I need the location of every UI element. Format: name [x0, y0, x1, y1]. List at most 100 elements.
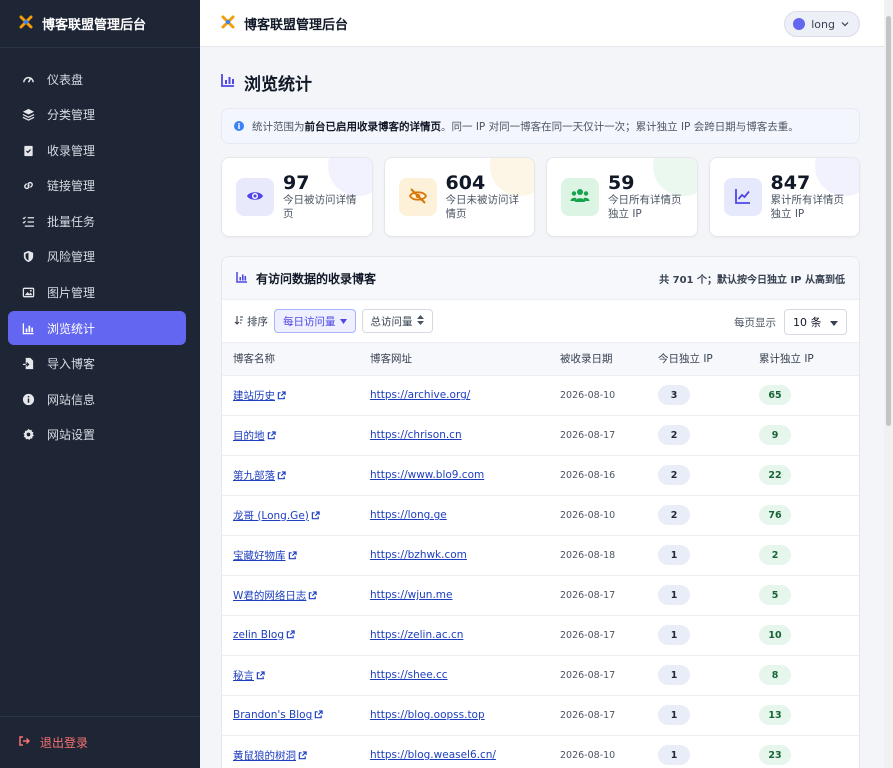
blog-name-link[interactable]: 黄鼠狼的树洞 — [233, 750, 296, 762]
blog-url-link[interactable]: https://long.ge — [370, 509, 447, 521]
blog-name-link[interactable]: 目的地 — [233, 430, 265, 442]
blog-url-link[interactable]: https://wjun.me — [370, 589, 452, 601]
sidebar-item-label: 图片管理 — [47, 286, 96, 301]
table-row: zelin Blog https://zelin.ac.cn 2026-08-1… — [222, 615, 859, 656]
included-date: 2026-08-10 — [560, 375, 658, 416]
topbar-title: 博客联盟管理后台 — [244, 17, 349, 33]
sort-daily-button[interactable]: 每日访问量 — [274, 309, 356, 333]
sidebar-item-dashboard[interactable]: 仪表盘 — [8, 62, 186, 96]
logout-icon — [18, 735, 31, 750]
external-link-icon — [311, 510, 320, 520]
total-ip-badge: 23 — [759, 745, 791, 765]
blog-name-link[interactable]: 龙哥 (Long.Ge) — [233, 510, 309, 522]
blog-url-link[interactable]: https://zelin.ac.cn — [370, 629, 463, 641]
blog-url-link[interactable]: https://www.blo9.com — [370, 469, 484, 481]
blog-name-link[interactable]: W君的网络日志 — [233, 590, 306, 602]
external-link-icon — [267, 430, 276, 440]
page-scrollbar[interactable] — [884, 0, 893, 768]
sidebar-item-clipboard-check[interactable]: 收录管理 — [8, 133, 186, 167]
users-icon — [570, 187, 590, 208]
scrollbar-thumb[interactable] — [886, 16, 891, 426]
sidebar-item-label: 风险管理 — [47, 250, 96, 265]
included-date: 2026-08-17 — [560, 655, 658, 696]
logo-icon — [18, 14, 34, 34]
eye-slash-icon — [408, 187, 427, 208]
included-date: 2026-08-17 — [560, 415, 658, 456]
sidebar-item-label: 导入博客 — [47, 357, 96, 372]
today-ip-badge: 2 — [658, 425, 690, 445]
col-header-total-ip[interactable]: 累计独立 IP — [759, 343, 859, 376]
sidebar-item-file-import[interactable]: 导入博客 — [8, 347, 186, 381]
topbar: 博客联盟管理后台 long — [200, 0, 884, 47]
today-ip-badge: 1 — [658, 625, 690, 645]
per-page-control: 每页显示 10 条 — [734, 309, 847, 335]
sidebar-item-list-check[interactable]: 批量任务 — [8, 204, 186, 238]
sidebar-item-info[interactable]: 网站信息 — [8, 382, 186, 416]
table-row: 建站历史 https://archive.org/ 2026-08-10 3 6… — [222, 375, 859, 416]
sidebar-brand[interactable]: 博客联盟管理后台 — [0, 0, 200, 48]
stat-icon-box — [236, 178, 274, 216]
external-link-icon — [314, 710, 323, 719]
notice-text: 统计范围为前台已启用收录博客的详情页。同一 IP 对同一博客在同一天仅计一次；累… — [252, 120, 799, 133]
blog-url-link[interactable]: https://blog.oopss.top — [370, 709, 485, 721]
sidebar-item-label: 批量任务 — [47, 214, 96, 229]
file-import-icon — [21, 357, 35, 371]
sidebar-item-link[interactable]: 链接管理 — [8, 169, 186, 203]
caret-down-icon — [830, 316, 838, 329]
logout-button[interactable]: 退出登录 — [0, 716, 200, 768]
total-ip-badge: 8 — [759, 665, 791, 685]
sidebar-item-layers[interactable]: 分类管理 — [8, 98, 186, 132]
blog-name-link[interactable]: 第九部落 — [233, 470, 275, 482]
blog-url-link[interactable]: https://archive.org/ — [370, 389, 470, 401]
table-row: 第九部落 https://www.blo9.com 2026-08-16 2 2… — [222, 455, 859, 496]
blog-url-link[interactable]: https://blog.weasel6.cn/ — [370, 749, 496, 761]
col-header-today-ip[interactable]: 今日独立 IP — [658, 343, 759, 376]
today-ip-badge: 1 — [658, 705, 690, 725]
col-header-name[interactable]: 博客名称 — [222, 343, 370, 376]
blog-name-link[interactable]: Brandon's Blog — [233, 709, 312, 721]
sort-label: 排序 — [234, 314, 268, 329]
sort-total-button[interactable]: 总访问量 — [361, 309, 433, 333]
col-header-date[interactable]: 被收录日期 — [560, 343, 658, 376]
page-title-text: 浏览统计 — [244, 75, 312, 95]
line-chart-icon — [734, 187, 752, 208]
table-row: 目的地 https://chrison.cn 2026-08-17 2 9 — [222, 415, 859, 456]
included-date: 2026-08-16 — [560, 455, 658, 496]
sidebar-nav: 仪表盘 分类管理 收录管理 链接管理批量任务风险管理图片管理浏览统计导入博客网站信息网… — [0, 48, 200, 452]
external-link-icon — [286, 630, 295, 639]
col-header-url[interactable]: 博客网址 — [370, 343, 560, 376]
notice-banner: i 统计范围为前台已启用收录博客的详情页。同一 IP 对同一博客在同一天仅计一次… — [221, 108, 860, 144]
app-title: 博客联盟管理后台 — [42, 18, 147, 33]
blog-url-link[interactable]: https://chrison.cn — [370, 429, 462, 441]
sidebar-item-image[interactable]: 图片管理 — [8, 276, 186, 310]
per-page-select[interactable]: 10 条 — [784, 309, 847, 335]
user-menu-button[interactable]: long — [784, 11, 860, 37]
blog-name-link[interactable]: 宝藏好物库 — [233, 550, 286, 562]
total-ip-badge: 10 — [759, 625, 791, 645]
stat-value: 97 — [283, 172, 310, 194]
gear-icon — [21, 428, 35, 442]
included-date: 2026-08-10 — [560, 735, 658, 768]
main-content: 浏览统计 i 统计范围为前台已启用收录博客的详情页。同一 IP 对同一博客在同一… — [200, 48, 884, 768]
blog-url-link[interactable]: https://bzhwk.com — [370, 549, 467, 561]
sidebar-item-shield[interactable]: 风险管理 — [8, 240, 186, 274]
stat-value: 604 — [445, 172, 486, 194]
panel-title: 有访问数据的收录博客 — [256, 271, 377, 286]
sort-updown-icon — [416, 314, 424, 328]
today-ip-badge: 2 — [658, 465, 690, 485]
stat-cards: 97 今日被访问详情页 604 今日未被访问详情页 59 今日所有详情页独立 I… — [221, 157, 860, 237]
today-ip-badge: 1 — [658, 545, 690, 565]
stat-value: 847 — [770, 172, 811, 194]
sidebar-item-gear[interactable]: 网站设置 — [8, 418, 186, 452]
table-header-row: 博客名称 博客网址 被收录日期 今日独立 IP 累计独立 IP — [222, 343, 859, 376]
today-ip-badge: 2 — [658, 505, 690, 525]
bar-chart-icon — [21, 321, 35, 335]
blog-name-link[interactable]: zelin Blog — [233, 629, 284, 641]
sidebar-item-bar-chart[interactable]: 浏览统计 — [8, 311, 186, 346]
blog-name-link[interactable]: 建站历史 — [233, 390, 275, 402]
visited-blogs-panel: 有访问数据的收录博客 共 701 个；默认按今日独立 IP 从高到低 排序 每日… — [221, 256, 860, 768]
panel-note: 共 701 个；默认按今日独立 IP 从高到低 — [659, 274, 845, 286]
blog-url-link[interactable]: https://shee.cc — [370, 669, 448, 681]
total-ip-badge: 65 — [759, 385, 791, 405]
blog-name-link[interactable]: 秘言 — [233, 670, 254, 682]
